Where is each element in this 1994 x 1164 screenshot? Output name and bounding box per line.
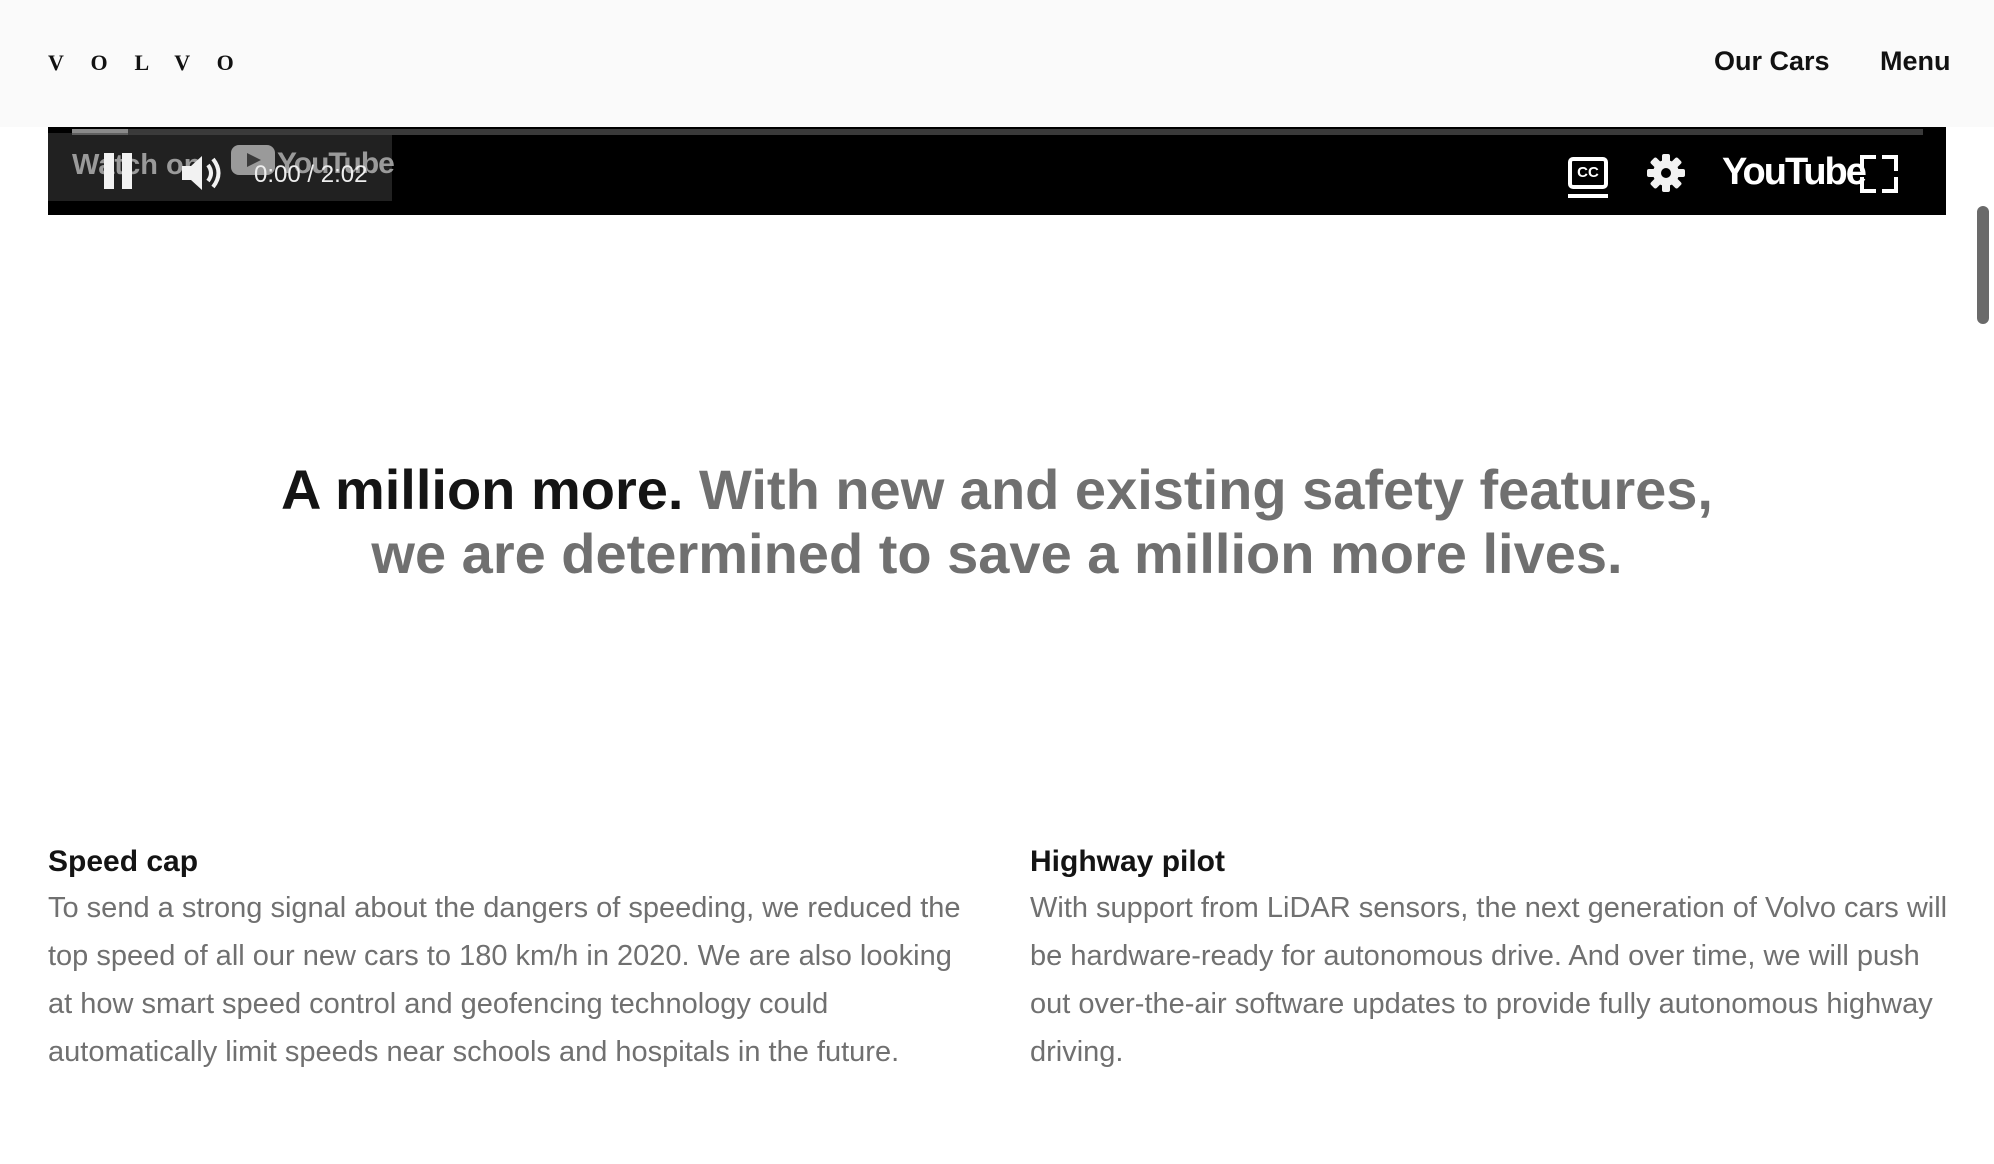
fullscreen-icon[interactable] <box>1860 155 1898 193</box>
site-header: VOLVO Our Cars Menu <box>0 0 1994 127</box>
volvo-logo[interactable]: VOLVO <box>48 50 261 76</box>
page-scrollbar-thumb[interactable] <box>1977 206 1989 324</box>
video-time-display: 0:00 / 2:02 <box>254 161 368 188</box>
safety-headline: A million more. With new and existing sa… <box>0 458 1994 586</box>
volume-icon[interactable] <box>180 153 228 193</box>
feature-body: To send a strong signal about the danger… <box>48 892 961 1068</box>
gear-icon[interactable] <box>1646 153 1686 193</box>
pause-icon[interactable] <box>102 153 136 193</box>
headline-lead: A million more. <box>281 458 684 521</box>
feature-body: With support from LiDAR sensors, the nex… <box>1030 892 1948 1068</box>
closed-captions-icon[interactable]: CC <box>1568 157 1608 189</box>
video-player[interactable]: Watch on YouTube 0:00 / 2:02 CC YouTube <box>48 127 1946 215</box>
headline-line-1: With new and existing safety features, <box>699 458 1713 521</box>
nav-menu-button[interactable]: Menu <box>1880 46 1951 77</box>
feature-highway-pilot: Highway pilot With support from LiDAR se… <box>1030 840 1948 1076</box>
feature-speed-cap: Speed cap To send a strong signal about … <box>48 840 966 1076</box>
captions-active-indicator <box>1568 194 1608 198</box>
youtube-logo-link[interactable]: YouTube <box>1722 151 1867 194</box>
headline-line-2: we are determined to save a million more… <box>371 522 1623 585</box>
feature-title: Speed cap <box>48 845 199 878</box>
nav-our-cars-link[interactable]: Our Cars <box>1714 46 1830 77</box>
feature-title: Highway pilot <box>1030 845 1225 878</box>
